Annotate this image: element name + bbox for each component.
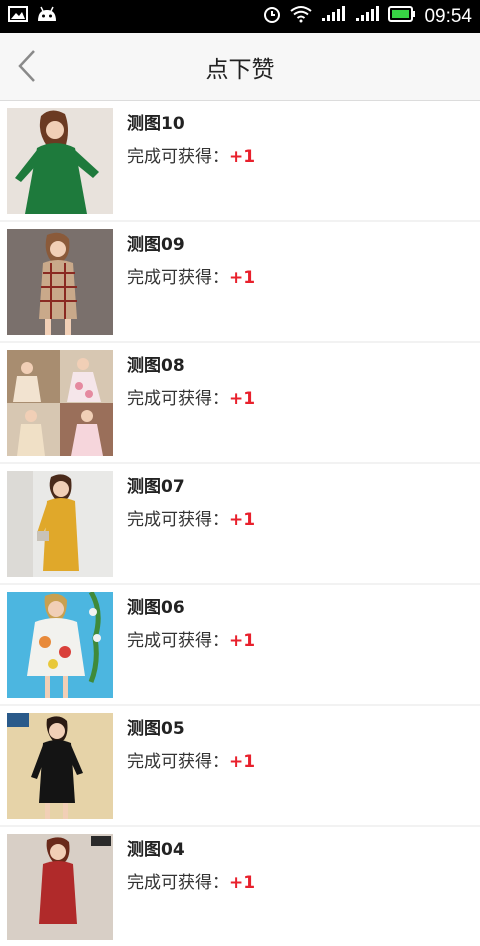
item-title: 测图06	[127, 598, 185, 618]
list-item[interactable]: 测图08 完成可获得：+1	[0, 343, 480, 462]
clock-time: 09:54	[424, 5, 472, 27]
header-bar: 点下赞	[0, 33, 480, 101]
reward-label: 完成可获得：	[127, 752, 229, 772]
list-item[interactable]: 测图10 完成可获得：+1	[0, 101, 480, 220]
item-thumbnail	[7, 108, 113, 214]
item-reward: 完成可获得：+1	[127, 870, 255, 896]
item-title: 测图10	[127, 114, 185, 134]
item-thumbnail	[7, 713, 113, 819]
chevron-left-icon	[18, 50, 35, 82]
reward-label: 完成可获得：	[127, 268, 229, 288]
item-reward: 完成可获得：+1	[127, 507, 255, 533]
page-title: 点下赞	[205, 57, 275, 83]
reward-label: 完成可获得：	[127, 873, 229, 893]
signal-icon	[320, 6, 346, 27]
reward-points: +1	[229, 752, 256, 772]
status-bar: 09:54	[0, 0, 480, 33]
list-item[interactable]: 测图09 完成可获得：+1	[0, 222, 480, 341]
back-button[interactable]	[10, 49, 44, 83]
battery-icon	[388, 6, 416, 27]
reward-label: 完成可获得：	[127, 147, 229, 167]
reward-points: +1	[229, 631, 256, 651]
list-item[interactable]: 测图05 完成可获得：+1	[0, 706, 480, 825]
list-item[interactable]: 测图07 完成可获得：+1	[0, 464, 480, 583]
reward-points: +1	[229, 268, 256, 288]
reward-points: +1	[229, 147, 256, 167]
item-thumbnail	[7, 350, 113, 456]
item-reward: 完成可获得：+1	[127, 265, 255, 291]
android-icon	[36, 6, 58, 27]
item-reward: 完成可获得：+1	[127, 144, 255, 170]
item-thumbnail	[7, 592, 113, 698]
item-title: 测图08	[127, 356, 185, 376]
item-thumbnail	[7, 229, 113, 335]
item-reward: 完成可获得：+1	[127, 386, 255, 412]
alarm-icon	[262, 4, 282, 29]
item-reward: 完成可获得：+1	[127, 749, 255, 775]
reward-label: 完成可获得：	[127, 510, 229, 530]
reward-label: 完成可获得：	[127, 389, 229, 409]
item-title: 测图09	[127, 235, 185, 255]
list-item[interactable]: 测图04 完成可获得：+1	[0, 827, 480, 946]
wifi-icon	[290, 5, 313, 28]
reward-points: +1	[229, 873, 256, 893]
reward-points: +1	[229, 510, 256, 530]
signal-icon	[354, 6, 380, 27]
image-notification-icon	[8, 6, 28, 27]
item-title: 测图04	[127, 840, 185, 860]
list-item[interactable]: 测图06 完成可获得：+1	[0, 585, 480, 704]
task-list: 测图10 完成可获得：+1 测图09 完成可获得：+1 测图08 完成可获得：+…	[0, 101, 480, 946]
reward-points: +1	[229, 389, 256, 409]
item-thumbnail	[7, 471, 113, 577]
item-thumbnail	[7, 834, 113, 940]
item-reward: 完成可获得：+1	[127, 628, 255, 654]
reward-label: 完成可获得：	[127, 631, 229, 651]
item-title: 测图07	[127, 477, 185, 497]
item-title: 测图05	[127, 719, 185, 739]
